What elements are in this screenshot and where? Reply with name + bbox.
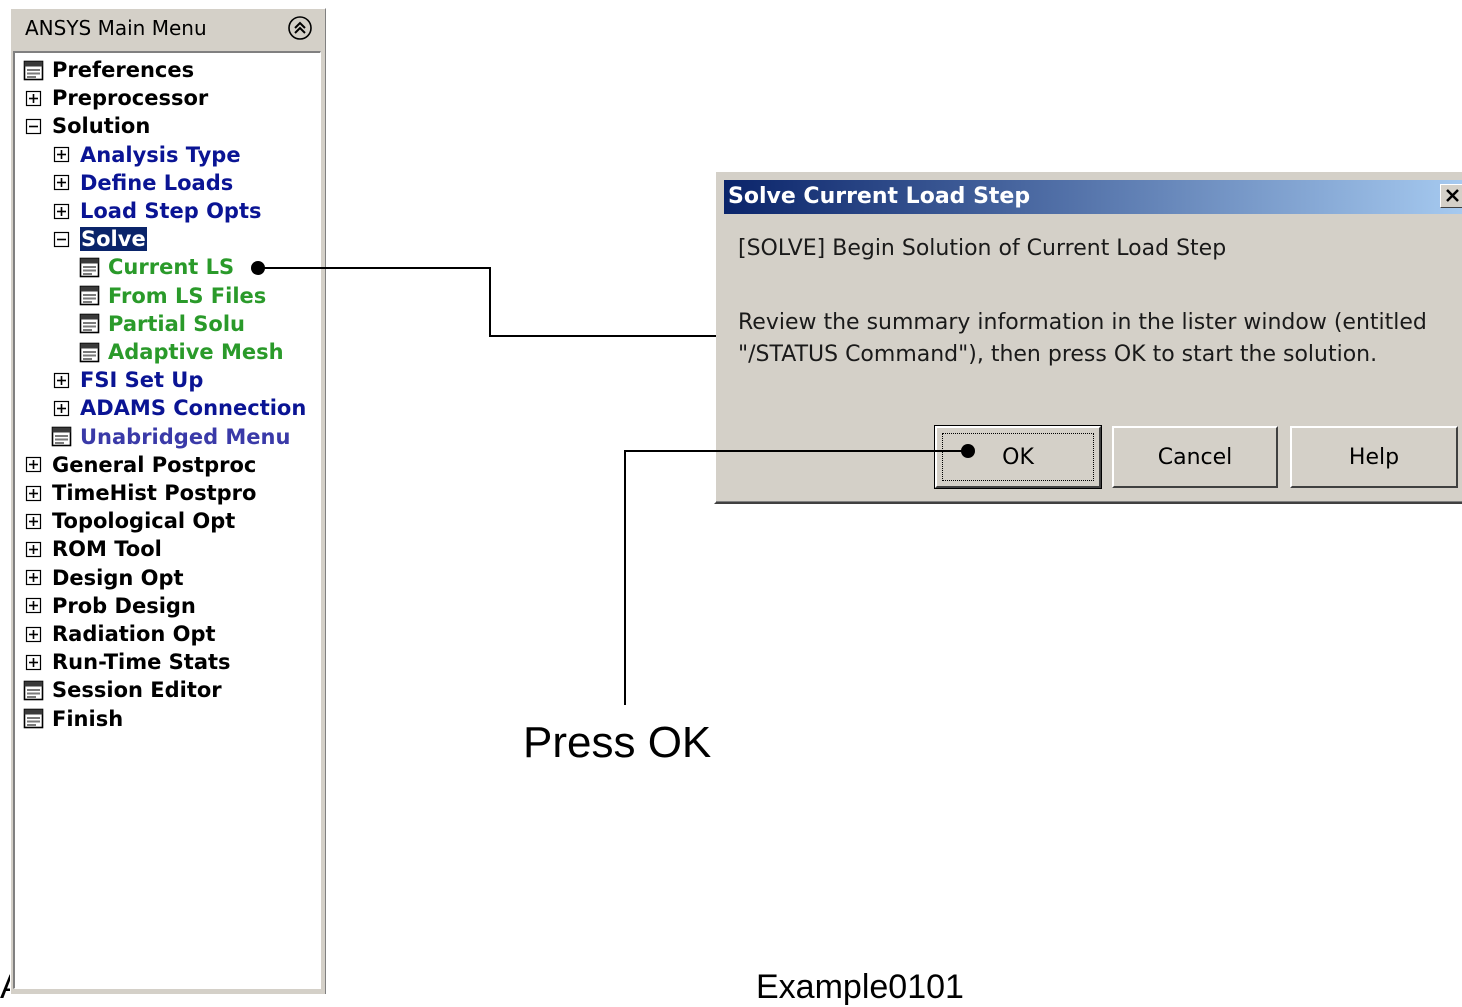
menu-item-adaptive-mesh[interactable]: Adaptive Mesh (79, 338, 284, 366)
solve-dialog: Solve Current Load Step [SOLVE] Begin So… (714, 170, 1462, 504)
press-ok-annotation: Press OK (523, 718, 712, 767)
menu-item-load-step-opts[interactable]: Load Step Opts (51, 197, 262, 225)
dialog-heading: [SOLVE] Begin Solution of Current Load S… (738, 236, 1227, 261)
minus-box-icon[interactable] (51, 229, 72, 250)
menu-item-fsi-set-up[interactable]: FSI Set Up (51, 366, 203, 394)
menu-item-label: Run-Time Stats (52, 650, 231, 675)
menu-title: ANSYS Main Menu (25, 16, 207, 40)
form-icon (79, 342, 100, 362)
form-icon (51, 426, 72, 447)
menu-item-solve[interactable]: Solve (51, 225, 147, 253)
footer-text: Example0101 (756, 968, 964, 1006)
menu-item-solution[interactable]: Solution (23, 112, 150, 140)
menu-item-label: Define Loads (80, 170, 234, 195)
dialog-titlebar: Solve Current Load Step (724, 180, 1462, 214)
menu-item-label: ROM Tool (52, 537, 162, 562)
menu-item-label: Topological Opt (52, 509, 236, 534)
form-icon (79, 257, 100, 278)
plus-box-icon[interactable] (51, 398, 72, 419)
menu-item-label: Partial Solu (108, 311, 245, 336)
menu-item-adams-connection[interactable]: ADAMS Connection (51, 394, 306, 422)
menu-item-label: Load Step Opts (80, 199, 262, 223)
menu-item-prob-design[interactable]: Prob Design (23, 592, 196, 620)
cancel-button-label: Cancel (1157, 444, 1233, 470)
menu-item-label: Solution (52, 114, 151, 139)
dialog-message-line2: "/STATUS Command"), then press OK to sta… (738, 342, 1378, 367)
menu-item-unabridged-menu[interactable]: Unabridged Menu (51, 423, 290, 451)
plus-box-icon[interactable] (23, 454, 44, 475)
menu-item-rom-tool[interactable]: ROM Tool (23, 535, 162, 563)
menu-item-label: General Postproc (52, 452, 257, 477)
menu-item-label: Preprocessor (52, 86, 209, 111)
form-icon (79, 285, 100, 306)
menu-item-label: Finish (52, 706, 124, 731)
minus-box-icon[interactable] (23, 116, 44, 137)
menu-item-label: ADAMS Connection (80, 396, 307, 421)
form-icon (23, 60, 44, 80)
dialog-title: Solve Current Load Step (728, 184, 1031, 209)
plus-box-icon[interactable] (51, 201, 72, 222)
focus-rect (942, 433, 1094, 481)
menu-item-label: Preferences (52, 58, 195, 82)
menu-item-from-ls-files[interactable]: From LS Files (79, 282, 266, 310)
close-button[interactable] (1440, 184, 1462, 208)
form-icon (23, 708, 44, 729)
menu-item-label: Design Opt (52, 565, 184, 590)
menu-item-session-editor[interactable]: Session Editor (23, 676, 222, 704)
menu-item-finish[interactable]: Finish (23, 705, 123, 733)
ok-button[interactable]: OK (934, 425, 1102, 489)
menu-item-define-loads[interactable]: Define Loads (51, 169, 233, 197)
plus-box-icon[interactable] (23, 595, 44, 616)
menu-item-general-postproc[interactable]: General Postproc (23, 451, 256, 479)
menu-item-radiation-opt[interactable]: Radiation Opt (23, 620, 216, 648)
menu-item-label: From LS Files (108, 283, 267, 308)
menu-item-label: Adaptive Mesh (108, 340, 284, 364)
menu-item-label: Radiation Opt (52, 622, 216, 646)
plus-box-icon[interactable] (23, 539, 44, 560)
menu-item-partial-solu[interactable]: Partial Solu (79, 310, 245, 338)
form-icon (23, 680, 44, 701)
plus-box-icon[interactable] (23, 624, 44, 645)
menu-item-run-time-stats[interactable]: Run-Time Stats (23, 648, 231, 676)
menu-item-timehist-postpro[interactable]: TimeHist Postpro (23, 479, 256, 507)
footer-left-text: A (0, 968, 10, 1007)
plus-box-icon[interactable] (51, 172, 72, 193)
menu-title-bar: ANSYS Main Menu (11, 9, 325, 47)
help-button-label: Help (1348, 444, 1400, 470)
menu-item-label: Current LS (108, 255, 235, 280)
menu-item-analysis-type[interactable]: Analysis Type (51, 141, 241, 169)
cancel-button[interactable]: Cancel (1112, 426, 1278, 488)
menu-item-label: Solve (80, 227, 147, 252)
menu-item-label: Unabridged Menu (80, 424, 291, 449)
menu-item-label: FSI Set Up (80, 368, 204, 393)
plus-box-icon[interactable] (23, 567, 44, 588)
menu-item-topological-opt[interactable]: Topological Opt (23, 507, 235, 535)
menu-item-label: Prob Design (52, 593, 196, 618)
menu-item-label: TimeHist Postpro (52, 481, 257, 505)
ansys-main-menu: ANSYS Main Menu Preferences Preprocessor S… (10, 8, 326, 994)
menu-item-design-opt[interactable]: Design Opt (23, 564, 184, 592)
menu-item-preferences[interactable]: Preferences (23, 56, 194, 84)
double-chevron-up-icon[interactable] (287, 15, 313, 41)
plus-box-icon[interactable] (51, 144, 72, 165)
plus-box-icon[interactable] (23, 511, 44, 532)
menu-item-preprocessor[interactable]: Preprocessor (23, 84, 208, 112)
plus-box-icon[interactable] (23, 483, 44, 504)
menu-item-label: Analysis Type (80, 142, 241, 167)
close-icon (1446, 189, 1459, 202)
callout-line-current-ls (258, 267, 716, 337)
help-button[interactable]: Help (1290, 426, 1458, 488)
dialog-message-line1: Review the summary information in the li… (738, 310, 1427, 335)
menu-tree: Preferences Preprocessor Solution Analysis … (13, 51, 321, 989)
plus-box-icon[interactable] (51, 370, 72, 391)
plus-box-icon[interactable] (23, 88, 44, 109)
menu-item-label: Session Editor (52, 678, 222, 703)
plus-box-icon[interactable] (23, 652, 44, 673)
menu-item-current-ls[interactable]: Current LS (79, 253, 234, 281)
form-icon (79, 313, 100, 334)
